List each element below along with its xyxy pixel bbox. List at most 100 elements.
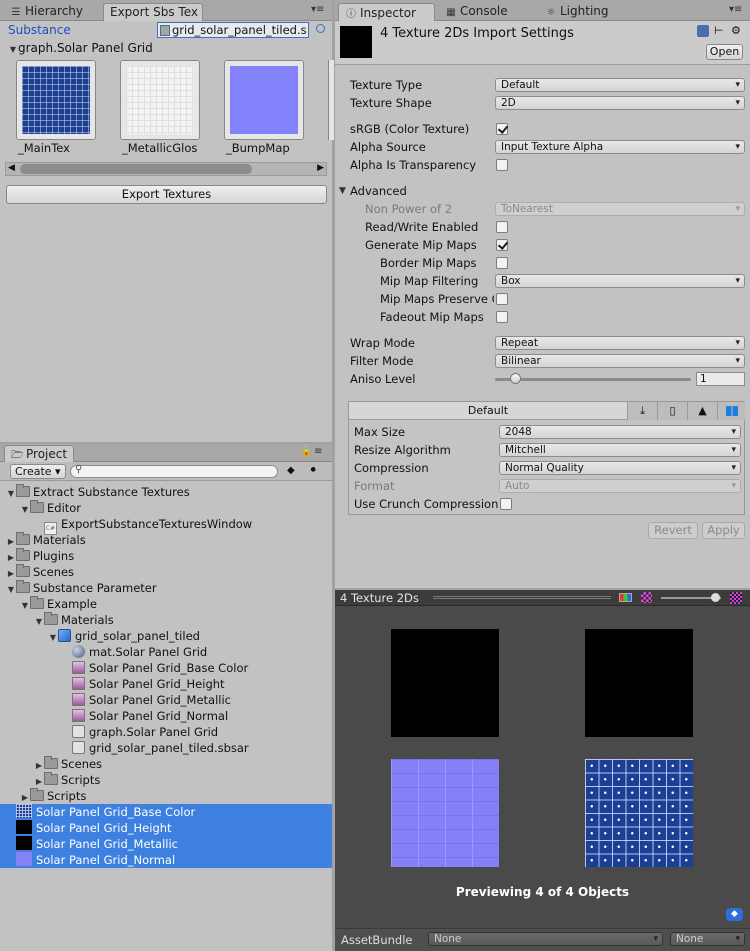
alpha-source-dropdown[interactable]: Input Texture Alpha <box>495 140 745 154</box>
tree-folder[interactable]: ▼ Substance Parameter <box>0 580 332 596</box>
tab-console[interactable]: ▦ Console <box>439 3 514 21</box>
filter-type-icon[interactable]: ◆ <box>287 465 295 476</box>
export-textures-button[interactable]: Export Textures <box>6 185 327 204</box>
gen-mips-row: Generate Mip Maps <box>335 236 750 254</box>
folder-icon <box>16 548 30 561</box>
tree-asset[interactable]: Solar Panel Grid_Normal <box>0 708 332 724</box>
tree-asset[interactable]: C# ExportSubstanceTexturesWindow <box>0 516 332 535</box>
platform-tab-default[interactable]: Default <box>349 402 627 420</box>
advanced-foldout[interactable]: ▼ Advanced <box>335 182 750 200</box>
texture-shape-dropdown[interactable]: 2D <box>495 96 745 110</box>
mip-filter-dropdown[interactable]: Box <box>495 274 745 288</box>
apply-button[interactable]: Apply <box>702 522 745 539</box>
tree-item-label: Materials <box>61 613 114 627</box>
scroll-left-icon[interactable]: ◀ <box>8 163 15 173</box>
tree-folder[interactable]: ▶ Scenes <box>0 756 332 772</box>
tree-asset[interactable]: mat.Solar Panel Grid <box>0 644 332 660</box>
search-input[interactable]: ⚲ <box>70 464 278 478</box>
panel-menu-icon[interactable]: ≡ <box>314 446 322 457</box>
tree-folder[interactable]: ▼ Extract Substance Textures <box>0 484 332 500</box>
tree-item-label: Solar Panel Grid_Height <box>89 677 225 691</box>
windows-icon[interactable] <box>717 402 745 420</box>
download-icon[interactable]: ⤓ <box>627 402 657 420</box>
read-write-checkbox[interactable] <box>496 221 508 233</box>
border-mips-checkbox[interactable] <box>496 257 508 269</box>
panel-menu-icon[interactable]: ▾≡ <box>311 4 324 15</box>
crunch-checkbox[interactable] <box>500 498 512 510</box>
create-dropdown[interactable]: Create ▾ <box>10 464 66 479</box>
mip-slider-thumb[interactable] <box>711 593 720 602</box>
aniso-value-field[interactable]: 1 <box>696 372 745 386</box>
mip-level-icon[interactable] <box>730 592 742 604</box>
tree-asset[interactable]: Solar Panel Grid_Height <box>0 676 332 692</box>
lock-icon[interactable]: 🔒 <box>300 446 312 457</box>
open-button[interactable]: Open <box>706 44 743 60</box>
tree-folder[interactable]: ▶ Scenes <box>0 564 332 580</box>
mobile-icon[interactable]: ▯ <box>657 402 687 420</box>
srgb-checkbox[interactable] <box>496 123 508 135</box>
tree-folder[interactable]: ▼ Example <box>0 596 332 612</box>
preview-title: 4 Texture 2Ds <box>340 591 419 605</box>
tree-item-label: Materials <box>33 533 86 547</box>
normal-map-texture <box>230 66 298 134</box>
wrap-dropdown[interactable]: Repeat <box>495 336 745 350</box>
filter-dropdown[interactable]: Bilinear <box>495 354 745 368</box>
scroll-right-icon[interactable]: ▶ <box>317 163 324 173</box>
tree-asset[interactable]: Solar Panel Grid_Normal <box>0 852 332 868</box>
tree-folder[interactable]: ▶ Scripts <box>0 772 332 788</box>
fadeout-checkbox[interactable] <box>496 311 508 323</box>
asset-label-icon[interactable]: ◆ <box>726 908 743 921</box>
tree-asset[interactable]: Solar Panel Grid_Base Color <box>0 804 332 820</box>
tab-project[interactable]: 🗁 Project <box>4 445 75 462</box>
compression-dropdown[interactable]: Normal Quality <box>499 461 741 475</box>
tab-inspector[interactable]: ⓘ Inspector <box>338 3 435 21</box>
tree-folder[interactable]: ▼ Materials <box>0 612 332 628</box>
thumb-label-bumpmap: _BumpMap <box>226 141 290 155</box>
tree-folder[interactable]: ▼ Editor <box>0 500 332 516</box>
tree-asset[interactable]: Solar Panel Grid_Metallic <box>0 692 332 708</box>
preset-icon[interactable]: ⊢ <box>714 24 724 37</box>
graph-foldout[interactable]: ▼ graph.Solar Panel Grid <box>8 41 153 55</box>
tree-asset[interactable]: grid_solar_panel_tiled.sbsar <box>0 740 332 756</box>
tab-export-sbs-tex[interactable]: Export Sbs Tex <box>103 3 203 21</box>
revert-button[interactable]: Revert <box>648 522 698 539</box>
alpha-checker-icon[interactable] <box>641 592 652 603</box>
tree-folder[interactable]: ▶ Plugins <box>0 548 332 564</box>
tree-folder[interactable]: ▶ Scripts <box>0 788 332 804</box>
tree-item-label: Plugins <box>33 549 75 563</box>
filter-label-icon[interactable]: ⚫ <box>309 465 317 476</box>
thumb-metallic[interactable] <box>120 60 200 140</box>
tree-asset[interactable]: ▼ grid_solar_panel_tiled <box>0 628 332 644</box>
android-icon[interactable]: ▲ <box>687 402 717 420</box>
max-size-dropdown[interactable]: 2048 <box>499 425 741 439</box>
substance-object-field[interactable]: grid_solar_panel_tiled.s <box>157 22 309 38</box>
asset-bundle-variant-dropdown[interactable]: None <box>670 932 745 946</box>
gen-mips-checkbox[interactable] <box>496 239 508 251</box>
tree-asset[interactable]: Solar Panel Grid_Metallic <box>0 836 332 852</box>
thumb-bumpmap[interactable] <box>224 60 304 140</box>
scrollbar-thumb[interactable] <box>20 164 252 174</box>
settings-gear-icon[interactable]: ⚙ <box>731 24 741 37</box>
tab-lighting[interactable]: ☼ Lighting <box>539 3 615 21</box>
thumb-scrollbar[interactable]: ◀ ▶ <box>5 162 327 176</box>
format-row: Format Auto <box>335 477 750 495</box>
alpha-transparency-checkbox[interactable] <box>496 159 508 171</box>
texture-type-dropdown[interactable]: Default <box>495 78 745 92</box>
tree-folder[interactable]: ▶ Materials <box>0 532 332 548</box>
asset-bundle-dropdown[interactable]: None <box>428 932 663 946</box>
aniso-slider-thumb[interactable] <box>509 373 521 384</box>
tab-hierarchy[interactable]: ☰ Hierarchy <box>4 3 89 21</box>
tree-asset[interactable]: graph.Solar Panel Grid <box>0 724 332 740</box>
color-channels-icon[interactable] <box>619 593 632 602</box>
help-icon[interactable] <box>697 25 709 37</box>
panel-menu-icon[interactable]: ▾≡ <box>729 4 742 15</box>
chevron-down-icon: ▼ <box>9 45 17 54</box>
object-picker-icon[interactable] <box>316 24 325 33</box>
resize-dropdown[interactable]: Mitchell <box>499 443 741 457</box>
thumb-maintex[interactable] <box>16 60 96 140</box>
tree-asset[interactable]: Solar Panel Grid_Base Color <box>0 660 332 676</box>
tree-asset[interactable]: Solar Panel Grid_Height <box>0 820 332 836</box>
page-title: 4 Texture 2Ds Import Settings <box>380 26 574 41</box>
mip-preserve-checkbox[interactable] <box>496 293 508 305</box>
aniso-slider-track[interactable] <box>495 378 691 381</box>
